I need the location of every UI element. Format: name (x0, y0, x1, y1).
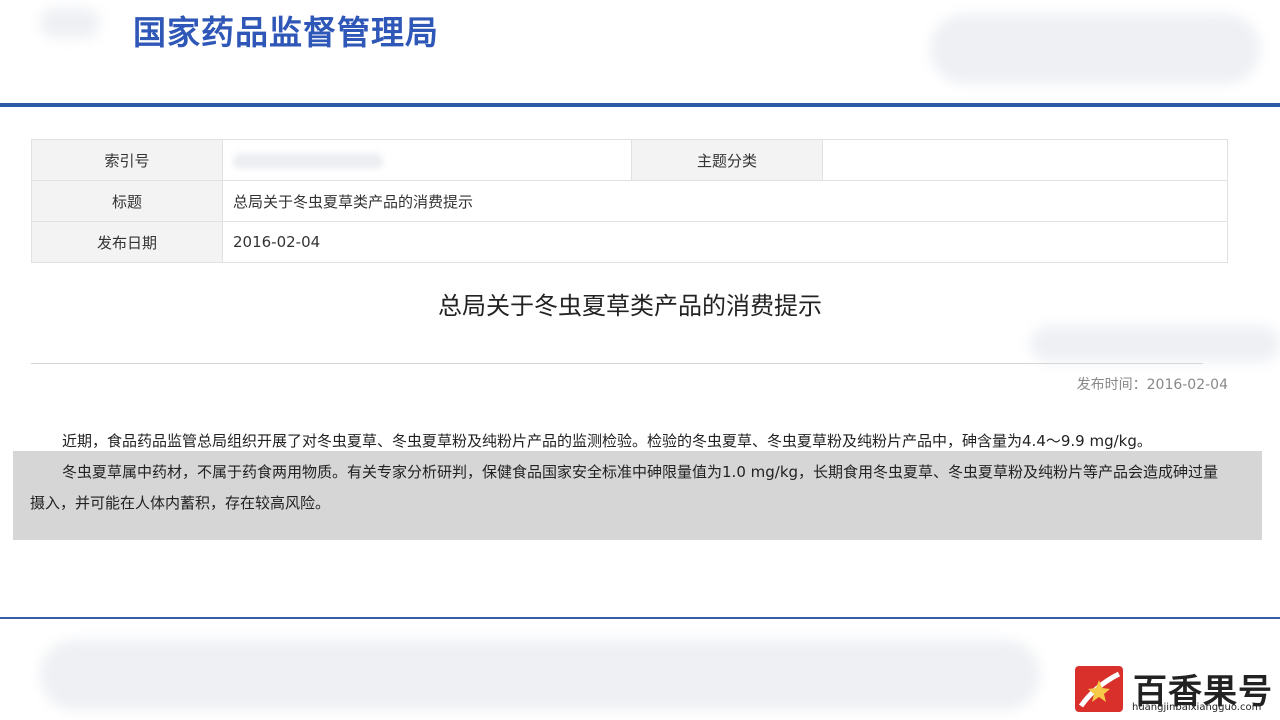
blurred-region (930, 14, 1260, 84)
category-value (822, 139, 1228, 181)
metadata-table: 索引号 主题分类 标题 总局关于冬虫夏草类产品的消费提示 发布日期 2016-0… (31, 139, 1228, 263)
blurred-region (40, 8, 100, 38)
site-title[interactable]: 国家药品监督管理局 (133, 6, 439, 54)
blurred-region (40, 640, 1040, 710)
title-label: 标题 (31, 180, 223, 222)
category-label: 主题分类 (631, 139, 823, 181)
table-row: 索引号 主题分类 (31, 139, 1228, 181)
title-divider (31, 363, 1203, 364)
table-row: 发布日期 2016-02-04 (31, 221, 1228, 263)
watermark-url: huangjinbaixiangguo.com (1132, 702, 1262, 713)
index-label: 索引号 (31, 139, 223, 181)
star-logo-icon (1075, 666, 1123, 712)
redacted-value (233, 152, 383, 169)
site-header: 国家药品监督管理局 (0, 0, 1280, 104)
paragraph: 冬虫夏草属中药材，不属于药食两用物质。有关专家分析研判，保健食品国家安全标准中砷… (30, 463, 1219, 512)
publish-time: 发布时间：2016-02-04 (1076, 377, 1228, 393)
article-title: 总局关于冬虫夏草类产品的消费提示 (438, 292, 822, 320)
date-label: 发布日期 (31, 221, 223, 263)
footer-divider (0, 617, 1280, 619)
header-divider (0, 103, 1280, 107)
index-value (222, 139, 632, 181)
table-row: 标题 总局关于冬虫夏草类产品的消费提示 (31, 180, 1228, 222)
date-value: 2016-02-04 (222, 221, 1228, 263)
blurred-region (1030, 326, 1280, 362)
title-value: 总局关于冬虫夏草类产品的消费提示 (222, 180, 1228, 222)
